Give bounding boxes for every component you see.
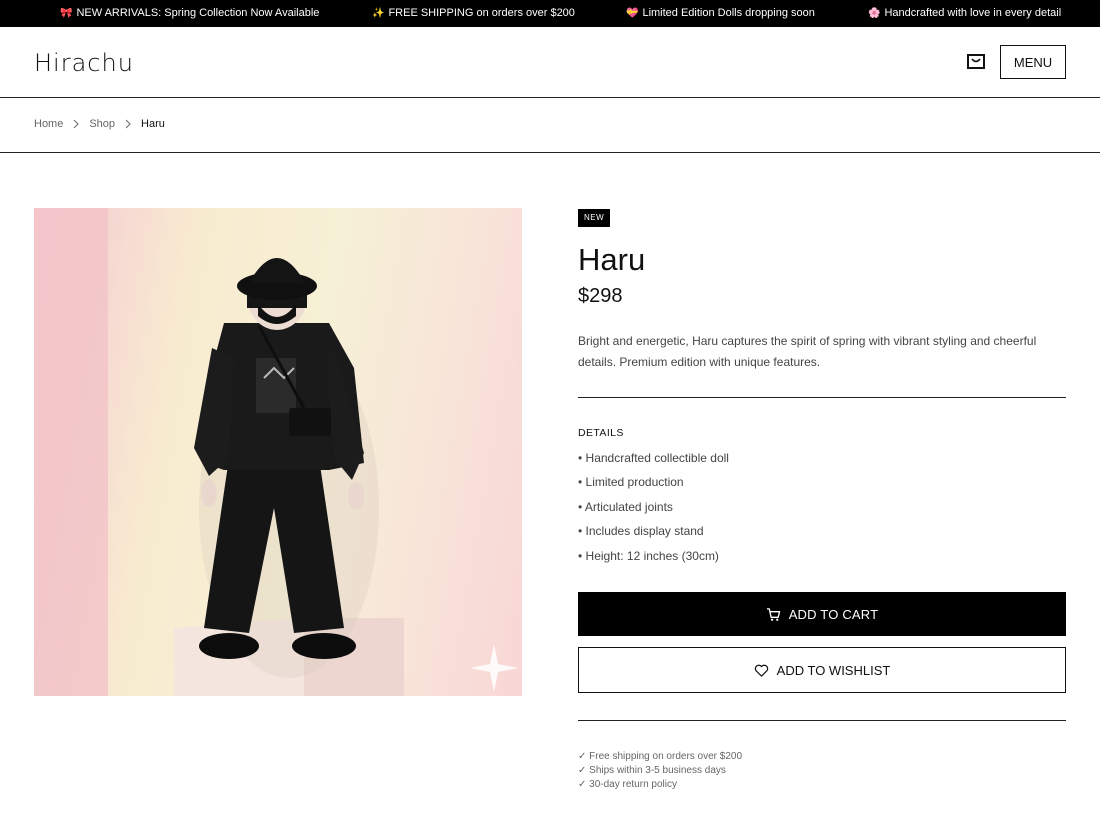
menu-button[interactable]: MENU (1000, 45, 1066, 79)
breadcrumb-shop[interactable]: Shop (89, 118, 115, 130)
announcement-item: 💝 Limited Edition Dolls dropping soon (626, 0, 815, 27)
heart-gift-icon: 💝 (626, 8, 639, 19)
product-image[interactable] (34, 208, 522, 696)
announcement-bar: 🎀 NEW ARRIVALS: Spring Collection Now Ava… (0, 0, 1100, 27)
perk-item: ✓ 30-day return policy (578, 779, 677, 790)
new-badge: NEW (578, 209, 611, 227)
add-to-wishlist-label: ADD TO WISHLIST (776, 662, 891, 678)
site-logo[interactable]: Hirachu (34, 49, 134, 77)
divider (578, 720, 1066, 721)
perk-item: ✓ Ships within 3-5 business days (578, 765, 726, 776)
detail-item: • Includes display stand (578, 524, 704, 539)
chevron-right-icon (73, 119, 80, 129)
shopping-bag-icon (967, 54, 985, 69)
announcement-item: ✨ FREE SHIPPING on orders over $200 (372, 0, 575, 27)
announcement-item: 🎀 NEW ARRIVALS: Spring Collection Now Ava… (60, 0, 319, 27)
breadcrumb-divider (0, 152, 1100, 153)
announcement-text: Limited Edition Dolls dropping soon (642, 7, 815, 19)
sparkles-icon: ✨ (372, 8, 385, 19)
divider (578, 397, 1066, 398)
details-heading: DETAILS (578, 427, 624, 439)
announcement-text: FREE SHIPPING on orders over $200 (388, 7, 575, 19)
site-header: Hirachu MENU (0, 27, 1100, 98)
details-list: • Handcrafted collectible doll • Limited… (578, 450, 729, 572)
detail-item: • Articulated joints (578, 499, 673, 514)
add-to-cart-button[interactable]: ADD TO CART (578, 592, 1066, 636)
add-to-wishlist-button[interactable]: ADD TO WISHLIST (578, 647, 1066, 693)
doll-photo (34, 208, 518, 696)
product-description: Bright and energetic, Haru captures the … (578, 334, 1037, 369)
shopping-bag-button[interactable] (964, 51, 988, 73)
cart-icon (766, 607, 780, 621)
heart-icon (754, 664, 768, 677)
ribbon-icon: 🎀 (60, 8, 73, 19)
breadcrumb: Home Shop Haru (34, 117, 165, 131)
product-title: Haru (578, 242, 646, 277)
announcement-item: 🌸 Handcrafted with love in every detail (868, 0, 1061, 27)
detail-item: • Limited production (578, 475, 684, 490)
breadcrumb-home[interactable]: Home (34, 118, 63, 130)
announcement-text: Handcrafted with love in every detail (884, 7, 1062, 19)
perk-item: ✓ Free shipping on orders over $200 (578, 751, 743, 762)
blossom-icon: 🌸 (868, 8, 881, 19)
perks-list: ✓ Free shipping on orders over $200 ✓ Sh… (578, 750, 742, 792)
announcement-text: NEW ARRIVALS: Spring Collection Now Avai… (76, 7, 320, 19)
detail-item: • Height: 12 inches (30cm) (578, 548, 719, 563)
detail-item: • Handcrafted collectible doll (578, 451, 729, 465)
breadcrumb-current: Haru (141, 118, 165, 130)
product-price: $298 (578, 285, 623, 307)
add-to-cart-label: ADD TO CART (788, 606, 879, 622)
chevron-right-icon (125, 119, 131, 129)
